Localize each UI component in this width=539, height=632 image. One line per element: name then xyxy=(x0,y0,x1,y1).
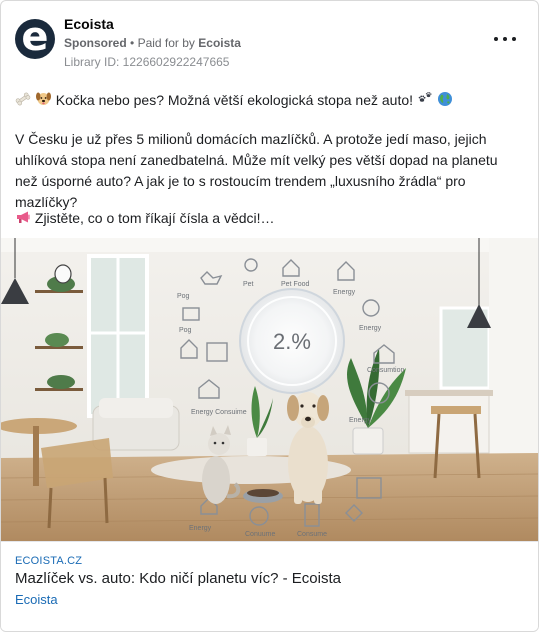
dog-face-emoji-icon xyxy=(35,92,51,105)
paw-prints-emoji-icon xyxy=(418,92,432,102)
ad-illustration: 2.% Pog Pet Pet Food Energy Pog Energy E… xyxy=(1,238,538,541)
headline-text: Kočka nebo pes? Možná větší ekologická s… xyxy=(55,92,414,108)
image-label: Energy xyxy=(349,417,372,424)
globe-emoji-icon xyxy=(437,92,452,106)
ad-card: e Ecoista Sponsored • Paid for by Ecoist… xyxy=(0,0,539,632)
avatar-letter: e xyxy=(21,14,49,60)
link-brand[interactable]: Ecoista xyxy=(15,592,58,607)
image-label: Consumtion xyxy=(367,367,404,374)
ad-image[interactable]: 2.% Pog Pet Pet Food Energy Pog Energy E… xyxy=(1,238,538,541)
page-avatar[interactable]: e xyxy=(15,14,55,60)
link-title[interactable]: Mazlíček vs. auto: Kdo ničí planetu víc?… xyxy=(15,570,341,587)
paid-for-by-label: Paid for by xyxy=(137,36,195,50)
link-preview[interactable]: ECOISTA.CZ Mazlíček vs. auto: Kdo ničí p… xyxy=(1,541,538,631)
image-label: Conuume xyxy=(245,531,275,538)
image-label: Pog xyxy=(177,293,190,300)
sponsored-row: Sponsored • Paid for by Ecoista xyxy=(64,36,241,50)
image-label: Energy xyxy=(333,289,356,296)
image-label: Pet xyxy=(243,281,254,288)
library-id: Library ID: 1226602922247665 xyxy=(64,55,230,69)
link-domain[interactable]: ECOISTA.CZ xyxy=(15,555,82,567)
dog-figure xyxy=(287,392,329,504)
cta-text: Zjistěte, co o tom říkají čísla a vědci!… xyxy=(34,210,275,226)
sponsored-label: Sponsored xyxy=(64,36,127,50)
post-headline: Kočka nebo pes? Možná větší ekologická s… xyxy=(15,90,515,111)
bone-emoji-icon xyxy=(15,92,31,106)
megaphone-emoji-icon xyxy=(17,211,30,223)
image-label: Pet Food xyxy=(281,281,310,288)
post-paragraph: V Česku je už přes 5 milionů domácích ma… xyxy=(15,131,498,210)
halo-value: 2.% xyxy=(273,329,311,354)
image-label: Energy xyxy=(359,325,382,332)
image-label: Consume xyxy=(297,531,327,538)
more-options-icon[interactable] xyxy=(494,31,516,47)
post-cta-line: Zjistěte, co o tom říkají čísla a vědci!… xyxy=(15,208,515,229)
image-label: Energy xyxy=(189,525,212,532)
image-label: Pog xyxy=(179,327,192,334)
paid-for-by-name[interactable]: Ecoista xyxy=(198,36,241,50)
page-name-link[interactable]: Ecoista xyxy=(64,16,114,32)
image-label: Energy Consuime xyxy=(191,409,247,416)
separator-dot: • xyxy=(130,36,135,50)
